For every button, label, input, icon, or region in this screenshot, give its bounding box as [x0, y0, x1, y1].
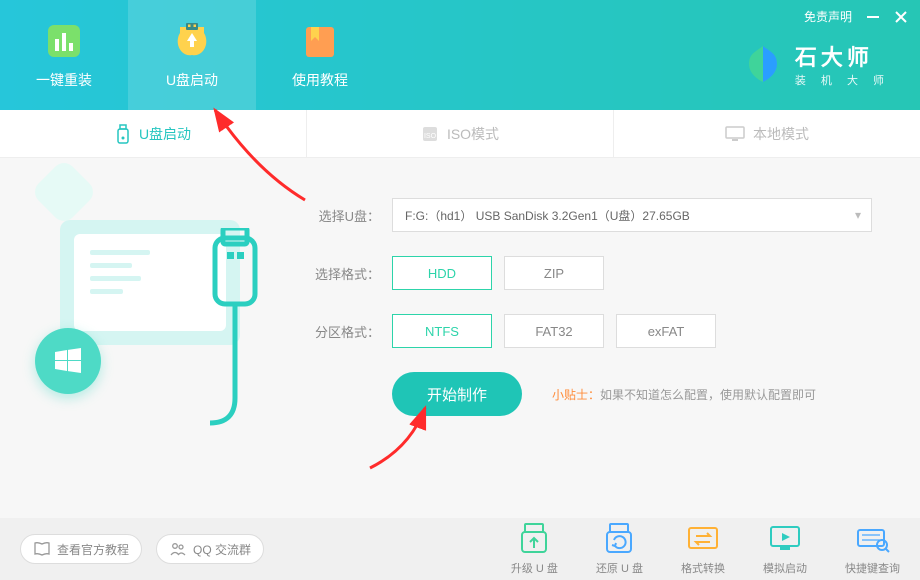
usb-select-value: F:G:（hd1） USB SanDisk 3.2Gen1（U盘）27.65GB — [405, 207, 690, 224]
tool-label: 还原 U 盘 — [596, 560, 643, 576]
mode-tabs: U盘启动 ISO ISO模式 本地模式 — [0, 110, 920, 158]
start-button[interactable]: 开始制作 — [392, 372, 522, 416]
fs-option-fat32[interactable]: FAT32 — [504, 314, 604, 348]
brand-logo-icon — [741, 42, 785, 86]
disclaimer-link[interactable]: 免责声明 — [804, 8, 852, 25]
tab-label: U盘启动 — [139, 124, 191, 144]
format-convert-icon — [686, 522, 720, 556]
close-button[interactable] — [894, 10, 908, 24]
tool-upgrade-usb[interactable]: 升级 U 盘 — [511, 522, 558, 576]
fs-label: 分区格式： — [310, 322, 380, 341]
book-icon — [299, 20, 341, 62]
usb-restore-icon — [602, 522, 636, 556]
mode-option-zip[interactable]: ZIP — [504, 256, 604, 290]
mode-option-hdd[interactable]: HDD — [392, 256, 492, 290]
tab-label: 本地模式 — [753, 124, 809, 144]
minimize-button[interactable] — [866, 10, 880, 24]
nav-label: 一键重装 — [36, 70, 92, 90]
nav-tutorial[interactable]: 使用教程 — [256, 0, 384, 110]
tab-usb-boot[interactable]: U盘启动 — [0, 110, 307, 157]
main-nav: 一键重装 U盘启动 使用教程 — [0, 0, 384, 110]
tab-iso-mode[interactable]: ISO ISO模式 — [307, 110, 614, 157]
brand-subtitle: 装 机 大 师 — [795, 72, 890, 88]
usb-select[interactable]: F:G:（hd1） USB SanDisk 3.2Gen1（U盘）27.65GB… — [392, 198, 872, 232]
usb-select-label: 选择U盘： — [310, 206, 380, 225]
usb-up-icon — [517, 522, 551, 556]
brand-title: 石大师 — [795, 40, 890, 72]
tool-simulate-boot[interactable]: 模拟启动 — [763, 522, 807, 576]
tool-label: 模拟启动 — [763, 560, 807, 576]
nav-label: U盘启动 — [166, 70, 218, 90]
tab-label: ISO模式 — [447, 124, 499, 144]
brand: 石大师 装 机 大 师 — [741, 40, 890, 88]
people-icon — [169, 540, 187, 558]
simulate-boot-icon — [768, 522, 802, 556]
bar-chart-icon — [43, 20, 85, 62]
usb-icon — [115, 124, 131, 144]
svg-text:ISO: ISO — [424, 133, 437, 140]
nav-usb-boot[interactable]: U盘启动 — [128, 0, 256, 110]
tool-label: 格式转换 — [681, 560, 725, 576]
window-controls: 免责声明 — [804, 8, 908, 25]
config-form: 选择U盘： F:G:（hd1） USB SanDisk 3.2Gen1（U盘）2… — [300, 158, 920, 518]
usb-plug-icon — [200, 228, 270, 493]
usb-shield-icon — [171, 20, 213, 62]
illustration — [0, 158, 300, 518]
tool-hotkey-search[interactable]: 快捷键查询 — [845, 522, 900, 576]
fs-option-exfat[interactable]: exFAT — [616, 314, 716, 348]
main-content: 选择U盘： F:G:（hd1） USB SanDisk 3.2Gen1（U盘）2… — [0, 158, 920, 518]
nav-label: 使用教程 — [292, 70, 348, 90]
tab-local-mode[interactable]: 本地模式 — [614, 110, 920, 157]
link-label: QQ 交流群 — [193, 541, 251, 558]
fs-option-ntfs[interactable]: NTFS — [392, 314, 492, 348]
tool-label: 升级 U 盘 — [511, 560, 558, 576]
iso-icon: ISO — [421, 125, 439, 143]
official-tutorial-link[interactable]: 查看官方教程 — [20, 534, 142, 564]
windows-badge-icon — [35, 328, 101, 394]
monitor-icon — [725, 126, 745, 142]
link-label: 查看官方教程 — [57, 541, 129, 558]
chevron-down-icon: ▾ — [855, 208, 861, 222]
tool-format-convert[interactable]: 格式转换 — [681, 522, 725, 576]
tip-body: 如果不知道怎么配置，使用默认配置即可 — [600, 388, 816, 402]
tip-text: 小贴士：如果不知道怎么配置，使用默认配置即可 — [552, 386, 816, 403]
hotkey-search-icon — [856, 522, 890, 556]
tool-restore-usb[interactable]: 还原 U 盘 — [596, 522, 643, 576]
app-header: 一键重装 U盘启动 使用教程 免责声明 石大师 装 机 大 师 — [0, 0, 920, 110]
tool-bar: 升级 U 盘 还原 U 盘 格式转换 模拟启动 快捷键查询 — [511, 522, 900, 576]
nav-reinstall[interactable]: 一键重装 — [0, 0, 128, 110]
book-open-icon — [33, 540, 51, 558]
tip-label: 小贴士： — [552, 388, 600, 402]
qq-group-link[interactable]: QQ 交流群 — [156, 534, 264, 564]
tool-label: 快捷键查询 — [845, 560, 900, 576]
mode-label: 选择格式： — [310, 264, 380, 283]
footer: 查看官方教程 QQ 交流群 升级 U 盘 还原 U 盘 格式转换 模拟启动 快捷… — [0, 518, 920, 580]
